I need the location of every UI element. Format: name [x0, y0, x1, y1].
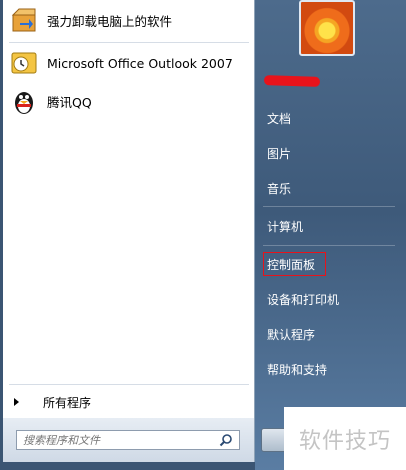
places-panel: 文档 图片 音乐 计算机 控制面板 设备和打印机 默认程序 帮助和支持 [255, 0, 406, 470]
programs-panel: 强力卸载电脑上的软件 Microsoft Office Outlook 2007 [3, 0, 255, 462]
menu-item-default-programs[interactable]: 默认程序 [267, 322, 315, 346]
program-item-uninstaller[interactable]: 强力卸载电脑上的软件 [3, 1, 254, 39]
start-menu: 强力卸载电脑上的软件 Microsoft Office Outlook 2007 [0, 0, 406, 470]
search-input[interactable] [17, 431, 225, 449]
program-label: 腾讯QQ [47, 94, 92, 110]
highlight-box [263, 252, 326, 276]
user-name-redacted [263, 75, 321, 87]
user-avatar[interactable] [299, 0, 355, 56]
separator [263, 245, 395, 246]
program-label: Microsoft Office Outlook 2007 [47, 55, 233, 71]
menu-item-pictures[interactable]: 图片 [267, 141, 291, 165]
separator [9, 384, 249, 385]
qq-penguin-icon [9, 86, 39, 116]
search-icon[interactable] [219, 433, 233, 447]
separator [263, 206, 395, 207]
program-label: 强力卸载电脑上的软件 [47, 13, 173, 29]
arrow-right-icon [14, 398, 19, 406]
separator [9, 42, 249, 43]
uninstaller-box-icon [9, 5, 39, 35]
program-item-outlook[interactable]: Microsoft Office Outlook 2007 [3, 44, 254, 82]
menu-item-devices-printers[interactable]: 设备和打印机 [267, 287, 339, 311]
program-item-qq[interactable]: 腾讯QQ [3, 82, 254, 120]
search-area [3, 418, 254, 462]
menu-item-help-support[interactable]: 帮助和支持 [267, 357, 327, 381]
menu-item-computer[interactable]: 计算机 [267, 214, 303, 238]
all-programs-label: 所有程序 [43, 395, 92, 410]
all-programs-button[interactable]: 所有程序 [3, 390, 254, 414]
outlook-icon [9, 48, 39, 78]
search-box [16, 430, 240, 450]
menu-item-documents[interactable]: 文档 [267, 106, 291, 130]
watermark: 软件技巧 [284, 407, 406, 470]
menu-item-music[interactable]: 音乐 [267, 176, 291, 200]
